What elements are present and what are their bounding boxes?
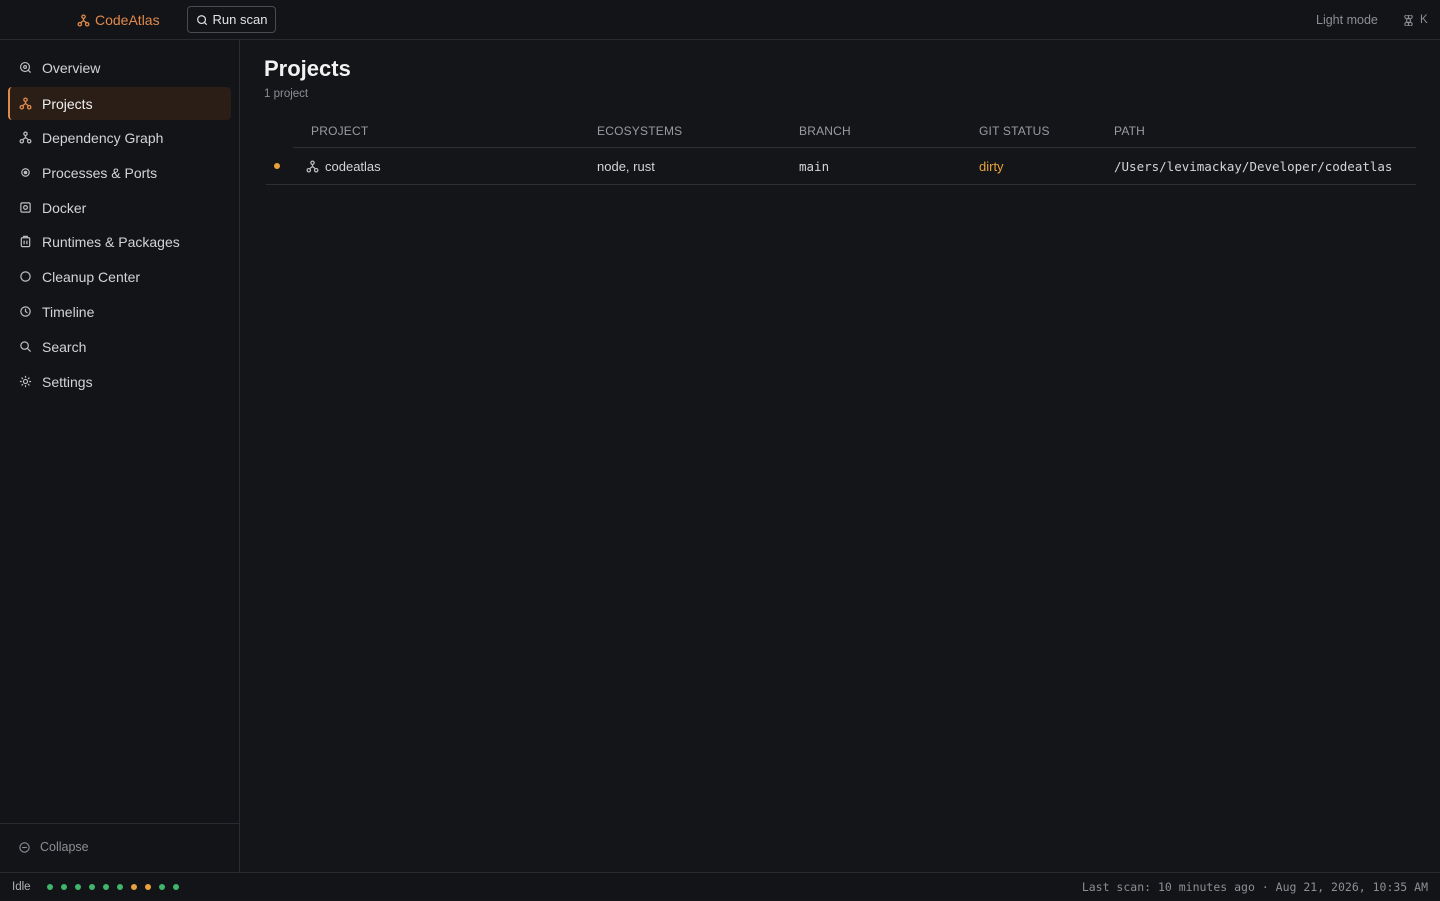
shortcut-key: K: [1420, 14, 1428, 26]
project-count: 1 project: [264, 88, 309, 100]
sidebar-item-label: Processes & Ports: [42, 164, 158, 181]
project-icon: [306, 160, 319, 172]
sidebar-item-label: Settings: [42, 373, 93, 390]
table-header: PROJECT ECOSYSTEMS BRANCH GIT STATUS PAT…: [293, 118, 1416, 148]
scanner-status-dot: [47, 884, 53, 890]
path-cell: /Users/levimackay/Developer/codeatlas: [1114, 158, 1393, 174]
sidebar-item-label: Dependency Graph: [42, 129, 164, 146]
gear-icon: [19, 375, 32, 388]
sidebar-item-timeline[interactable]: Timeline: [8, 295, 231, 328]
cleanup-icon: [20, 271, 31, 282]
project-cell: codeatlas: [306, 148, 381, 184]
collapse-icon: [19, 841, 30, 853]
theme-toggle[interactable]: Light mode: [1316, 0, 1378, 40]
branch-cell: main: [799, 158, 830, 174]
collapse-label: Collapse: [40, 840, 89, 854]
ecosystems-cell: node, rust: [597, 158, 655, 174]
column-header-path[interactable]: PATH: [1114, 124, 1145, 138]
column-header-ecosystems[interactable]: ECOSYSTEMS: [597, 124, 682, 138]
sidebar: Overview Projects Dependency Graph Proce…: [0, 40, 240, 872]
scanner-status-dot: [117, 884, 123, 890]
scan-state: Idle: [12, 881, 31, 893]
sidebar-item-cleanup-center[interactable]: Cleanup Center: [8, 260, 231, 293]
column-header-branch[interactable]: BRANCH: [799, 124, 851, 138]
graph-icon: [19, 131, 32, 144]
projects-table: PROJECT ECOSYSTEMS BRANCH GIT STATUS PAT…: [266, 118, 1416, 185]
scanner-status-dot: [75, 884, 81, 890]
command-key-icon: [1404, 14, 1413, 26]
app-brand[interactable]: CodeAtlas: [77, 0, 160, 40]
command-palette-shortcut[interactable]: K: [1403, 0, 1428, 40]
sidebar-item-label: Docker: [42, 199, 87, 216]
collapse-button[interactable]: Collapse: [18, 837, 89, 857]
status-bar: Idle Last scan: 10 minutes ago · Aug 21,…: [0, 872, 1440, 900]
sidebar-item-docker[interactable]: Docker: [8, 191, 231, 224]
sidebar-item-projects[interactable]: Projects: [8, 87, 231, 120]
dirty-indicator-dot: [274, 163, 280, 169]
scanner-status-dot: [89, 884, 95, 890]
status-dot: [274, 148, 280, 184]
package-icon: [20, 235, 31, 248]
sidebar-item-dependency-graph[interactable]: Dependency Graph: [8, 121, 231, 154]
top-bar: CodeAtlas Run scan Light mode K: [0, 0, 1440, 40]
page-title: Projects: [264, 56, 351, 81]
sidebar-item-label: Projects: [42, 95, 93, 112]
sidebar-divider: [0, 823, 239, 824]
sidebar-item-label: Timeline: [42, 303, 95, 320]
git-status-cell: dirty: [979, 158, 1004, 174]
clock-icon: [20, 306, 31, 317]
column-header-project[interactable]: PROJECT: [311, 124, 368, 138]
sidebar-item-runtimes-packages[interactable]: Runtimes & Packages: [8, 225, 231, 258]
processes-icon: [21, 168, 30, 177]
scan-icon: [196, 14, 207, 25]
run-scan-label: Run scan: [212, 12, 268, 27]
sidebar-item-label: Runtimes & Packages: [42, 233, 180, 250]
sidebar-item-label: Overview: [42, 59, 101, 76]
last-scan-info: Last scan: 10 minutes ago · Aug 21, 2026…: [1081, 880, 1428, 894]
table-row[interactable]: codeatlas node, rust main dirty /Users/l…: [266, 148, 1416, 185]
sidebar-item-overview[interactable]: Overview: [8, 51, 231, 84]
project-name: codeatlas: [325, 158, 381, 174]
sidebar-item-settings[interactable]: Settings: [8, 365, 231, 398]
overview-icon: [19, 61, 32, 74]
scanner-status-dot: [173, 884, 179, 890]
column-header-git-status[interactable]: GIT STATUS: [979, 124, 1050, 138]
sidebar-item-label: Cleanup Center: [42, 268, 141, 285]
run-scan-button[interactable]: Run scan: [187, 6, 276, 33]
scanner-status-dot: [145, 884, 151, 890]
app-name: CodeAtlas: [95, 12, 160, 28]
scanner-indicators: [47, 873, 179, 901]
sidebar-item-processes-ports[interactable]: Processes & Ports: [8, 156, 231, 189]
sidebar-item-search[interactable]: Search: [8, 330, 231, 363]
app-logo-icon: [77, 13, 90, 27]
projects-icon: [19, 97, 32, 110]
scanner-status-dot: [159, 884, 165, 890]
main-content: Projects 1 project PROJECT ECOSYSTEMS BR…: [240, 40, 1440, 872]
search-icon: [20, 341, 32, 353]
sidebar-item-label: Search: [42, 338, 87, 355]
scanner-status-dot: [131, 884, 137, 890]
scanner-status-dot: [103, 884, 109, 890]
scanner-status-dot: [61, 884, 67, 890]
docker-icon: [20, 202, 31, 213]
